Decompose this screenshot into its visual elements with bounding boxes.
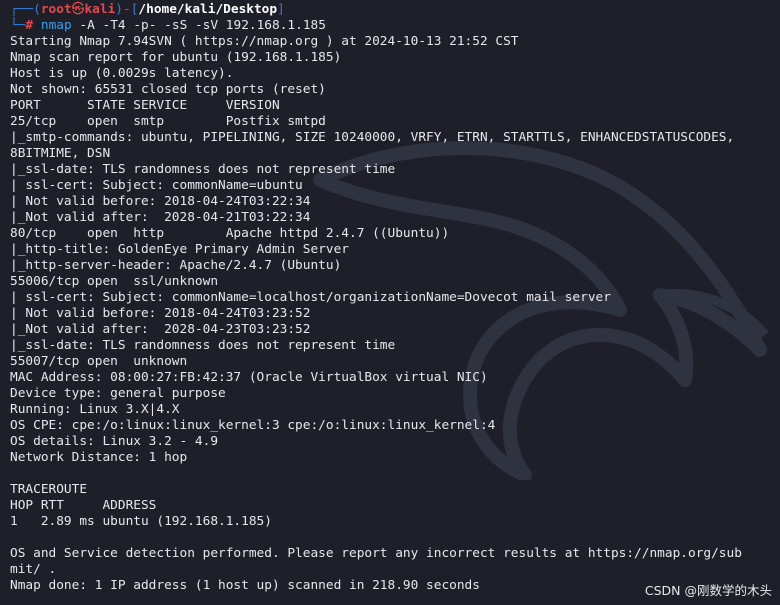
output-line: PORT STATE SERVICE VERSION (10, 98, 280, 113)
output-line: |_ssl-date: TLS randomness does not repr… (10, 162, 396, 177)
watermark: CSDN @刚数学的木头 (644, 583, 772, 598)
command-args: -A -T4 -p- -sS -sV 192.168.1.185 (79, 18, 326, 33)
output-line: Device type: general purpose (10, 386, 226, 401)
prompt-hash: # (25, 18, 34, 33)
prompt-path: /home/kali/Desktop (138, 2, 278, 17)
output-line: OS and Service detection performed. Plea… (10, 546, 742, 561)
prompt-command-line: └─# nmap -A -T4 -p- -sS -sV 192.168.1.18… (10, 18, 770, 34)
output-line: |_Not valid after: 2028-04-23T03:23:52 (10, 322, 311, 337)
prompt-bracket-mid: )-[ (115, 2, 139, 17)
output-line: Network Distance: 1 hop (10, 450, 188, 465)
shell-prompt: ┌──(root㉿kali)-[/home/kali/Desktop] └─# … (10, 2, 770, 34)
output-line: | ssl-cert: Subject: commonName=localhos… (10, 290, 611, 305)
output-line: Not shown: 65531 closed tcp ports (reset… (10, 82, 326, 97)
output-line: 1 2.89 ms ubuntu (192.168.1.185) (10, 514, 272, 529)
prompt-frame-bottom: └─ (10, 18, 26, 33)
skull-icon: ㉿ (71, 2, 85, 17)
output-line: Nmap scan report for ubuntu (192.168.1.1… (10, 50, 342, 65)
output-line: |_http-server-header: Apache/2.4.7 (Ubun… (10, 258, 342, 273)
output-line: | Not valid before: 2018-04-24T03:22:34 (10, 194, 311, 209)
prompt-bracket-end: ] (277, 2, 285, 17)
output-line: |_ssl-date: TLS randomness does not repr… (10, 338, 396, 353)
terminal-window[interactable]: ┌──(root㉿kali)-[/home/kali/Desktop] └─# … (0, 0, 780, 605)
output-line: mit/ . (10, 562, 57, 577)
output-line: MAC Address: 08:00:27:FB:42:37 (Oracle V… (10, 370, 488, 385)
prompt-header-line: ┌──(root㉿kali)-[/home/kali/Desktop] (10, 2, 770, 18)
output-line: | ssl-cert: Subject: commonName=ubuntu (10, 178, 303, 193)
output-line: Host is up (0.0029s latency). (10, 66, 234, 81)
output-line: TRACEROUTE (10, 482, 88, 497)
output-line: 55007/tcp open unknown (10, 354, 188, 369)
prompt-frame-top: ┌──( (10, 2, 41, 17)
output-line: OS details: Linux 3.2 - 4.9 (10, 434, 219, 449)
prompt-host: kali (84, 2, 116, 17)
prompt-user: root (40, 2, 72, 17)
output-line: 80/tcp open http Apache httpd 2.4.7 ((Ub… (10, 226, 450, 241)
output-line: 8BITMIME, DSN (10, 146, 111, 161)
output-line: |_Not valid after: 2028-04-21T03:22:34 (10, 210, 311, 225)
output-line: 25/tcp open smtp Postfix smtpd (10, 114, 326, 129)
output-line: |_http-title: GoldenEye Primary Admin Se… (10, 242, 349, 257)
output-line: Running: Linux 3.X|4.X (10, 402, 180, 417)
output-line: Starting Nmap 7.94SVN ( https://nmap.org… (10, 34, 519, 49)
command-name: nmap (40, 18, 72, 33)
output-line: HOP RTT ADDRESS (10, 498, 157, 513)
output-line: | Not valid before: 2018-04-24T03:23:52 (10, 306, 311, 321)
output-line: 55006/tcp open ssl/unknown (10, 274, 219, 289)
output-line: |_smtp-commands: ubuntu, PIPELINING, SIZ… (10, 130, 735, 145)
terminal-output: Starting Nmap 7.94SVN ( https://nmap.org… (10, 34, 772, 594)
output-line: OS CPE: cpe:/o:linux:linux_kernel:3 cpe:… (10, 418, 496, 433)
